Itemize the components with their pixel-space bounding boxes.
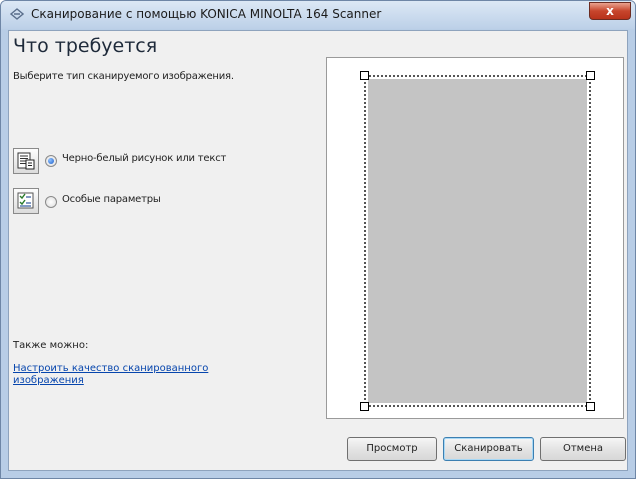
bw-text-radio[interactable] bbox=[45, 155, 57, 167]
scan-area-fill bbox=[368, 79, 587, 403]
crop-handle-bottom-left[interactable] bbox=[360, 402, 369, 411]
preview-pane bbox=[326, 57, 624, 419]
crop-handle-bottom-right[interactable] bbox=[586, 402, 595, 411]
text-document-icon bbox=[17, 152, 35, 170]
scanner-window: Сканирование с помощью KONICA MINOLTA 16… bbox=[0, 0, 636, 479]
page-title: Что требуется bbox=[13, 35, 158, 57]
title-bar[interactable]: Сканирование с помощью KONICA MINOLTA 16… bbox=[1, 1, 635, 29]
scan-quality-link[interactable]: Настроить качество сканированного изобра… bbox=[13, 363, 263, 387]
custom-settings-option-button[interactable] bbox=[13, 188, 39, 214]
scanner-icon bbox=[10, 8, 24, 20]
crop-handle-top-left[interactable] bbox=[360, 71, 369, 80]
scan-button[interactable]: Сканировать bbox=[443, 437, 534, 461]
custom-settings-icon bbox=[17, 192, 34, 209]
preview-button[interactable]: Просмотр bbox=[347, 437, 437, 461]
scan-area-selection[interactable] bbox=[364, 75, 591, 407]
instruction-text: Выберите тип сканируемого изображения. bbox=[13, 71, 234, 82]
close-button[interactable]: x bbox=[589, 2, 631, 20]
cancel-button[interactable]: Отмена bbox=[540, 437, 626, 461]
custom-settings-option-label[interactable]: Особые параметры bbox=[62, 194, 161, 205]
also-label: Также можно: bbox=[13, 340, 89, 351]
window-title: Сканирование с помощью KONICA MINOLTA 16… bbox=[31, 7, 382, 21]
bw-text-option-button[interactable] bbox=[13, 148, 39, 174]
custom-settings-radio[interactable] bbox=[45, 196, 57, 208]
bw-text-option-label[interactable]: Черно-белый рисунок или текст bbox=[62, 153, 226, 164]
crop-handle-top-right[interactable] bbox=[586, 71, 595, 80]
